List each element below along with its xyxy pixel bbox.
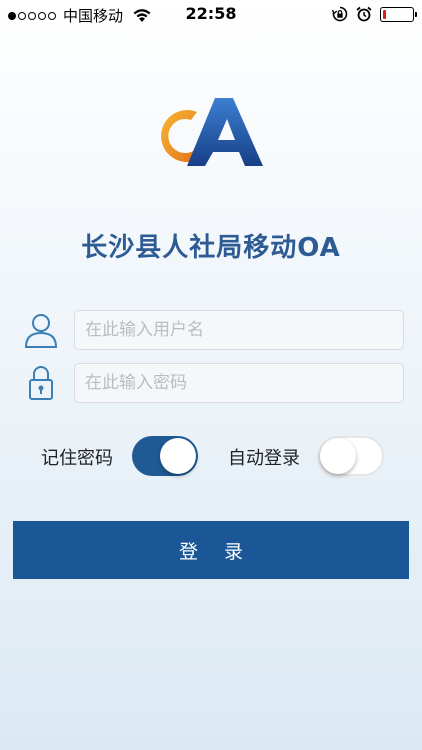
remember-password-switch[interactable] (132, 436, 198, 476)
oa-logo (161, 98, 263, 166)
lock-icon (29, 366, 53, 400)
app-title: 长沙县人社局移动OA (81, 233, 341, 263)
battery-level (383, 9, 387, 19)
auto-login-switch[interactable] (318, 436, 384, 476)
switch-knob (160, 438, 196, 474)
alarm-icon (356, 6, 372, 22)
password-input[interactable] (74, 363, 404, 403)
battery-icon (380, 6, 417, 22)
status-bar: 中国移动 22:58 (0, 0, 422, 30)
username-row (22, 310, 404, 350)
login-button[interactable]: 登录 (13, 521, 409, 579)
options-row: 记住密码 自动登录 (0, 434, 422, 478)
rotation-lock-icon (332, 6, 348, 22)
auto-login-label: 自动登录 (228, 448, 300, 469)
status-right (332, 6, 417, 22)
login-screen: 中国移动 22:58 长沙县人社局移动OA 在此输入用户名 记住密码 自动登录 … (0, 0, 422, 750)
user-icon (24, 314, 58, 348)
username-input[interactable] (74, 310, 404, 350)
password-row (22, 363, 404, 403)
switch-knob (320, 438, 356, 474)
remember-password-label: 记住密码 (41, 448, 113, 469)
